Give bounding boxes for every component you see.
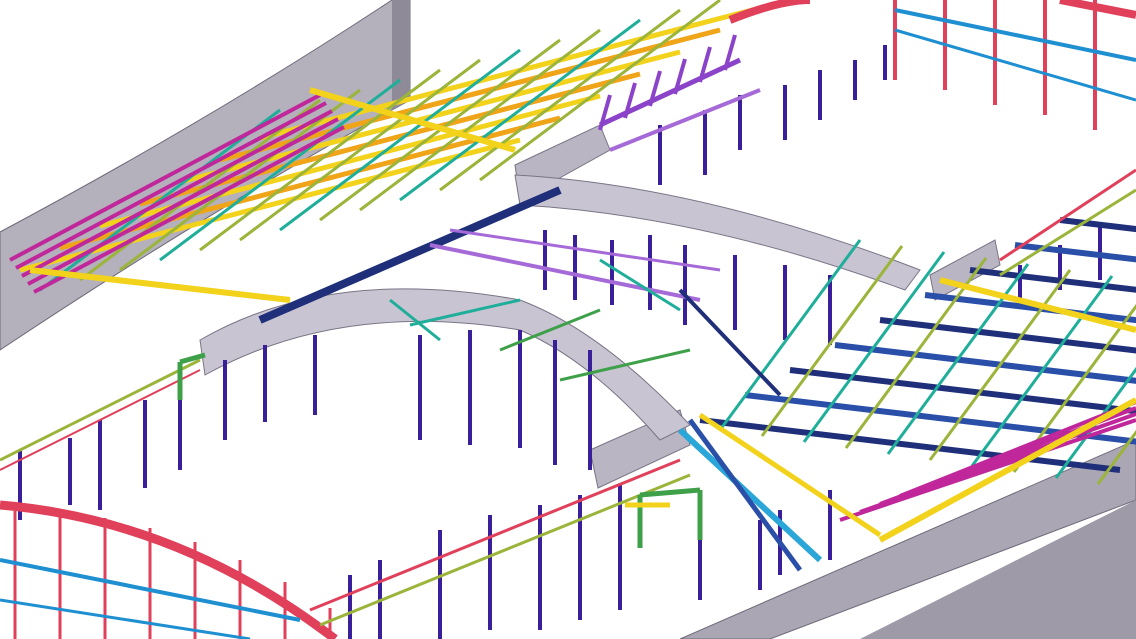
structural-steel-model-view[interactable] [0,0,1136,639]
model-viewport[interactable] [0,0,1136,639]
